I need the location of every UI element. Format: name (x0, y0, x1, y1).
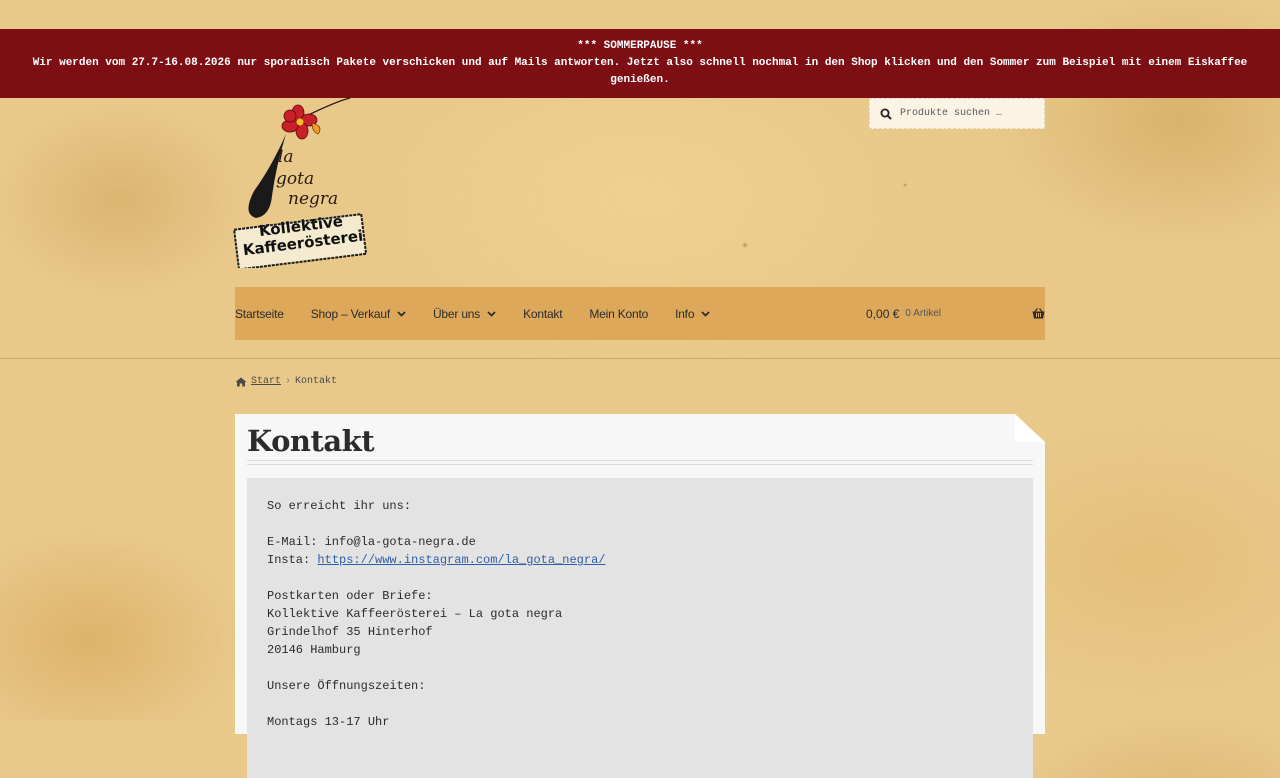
nav-label: Shop – Verkauf (310, 306, 390, 321)
breadcrumb-separator: › (285, 376, 292, 387)
home-icon (235, 377, 247, 386)
chevron-down-icon (397, 310, 406, 317)
hours-line-1: Montags 13-17 Uhr (267, 715, 390, 729)
address-line-2: Grindelhof 35 Hinterhof (267, 625, 433, 639)
address-line-1: Kollektive Kaffeerösterei – La gota negr… (267, 607, 563, 621)
logo-word-gota: gota (276, 169, 314, 189)
contact-info-block: So erreicht ihr uns: E-Mail: info@la-got… (247, 478, 1033, 778)
nav-label: Kontakt (523, 306, 563, 321)
announcement-banner: *** SOMMERPAUSE *** Wir werden vom 27.7-… (0, 29, 1280, 98)
main-navigation: Startseite Shop – Verkauf Über uns Konta… (235, 287, 1045, 340)
breadcrumb: Start › Kontakt (235, 376, 337, 387)
header-divider (0, 358, 1280, 359)
instagram-link[interactable]: https://www.instagram.com/la_gota_negra/ (317, 553, 605, 567)
banner-text-line1: Wir werden vom 27.7-16.08.2026 nur spora… (32, 57, 1248, 69)
title-underline (247, 460, 1033, 465)
chevron-down-icon (487, 310, 496, 317)
nav-item-mein-konto[interactable]: Mein Konto (589, 307, 648, 321)
nav-item-info[interactable]: Info (675, 307, 710, 321)
page-title: Kontakt (247, 424, 375, 458)
product-search[interactable] (869, 98, 1045, 129)
banner-text-line2: genießen. (610, 74, 670, 86)
contact-email: E-Mail: info@la-gota-negra.de (267, 535, 476, 549)
nav-label: Startseite (235, 306, 284, 321)
chevron-down-icon (701, 310, 710, 317)
contact-instagram-row: Insta: https://www.instagram.com/la_gota… (267, 551, 1013, 569)
post-heading: Postkarten oder Briefe: (267, 589, 433, 603)
logo-word-la: la (278, 147, 294, 167)
content-card: Kontakt So erreicht ihr uns: E-Mail: inf… (235, 414, 1045, 778)
hours-heading: Unsere Öffnungszeiten: (267, 679, 426, 693)
nav-label: Über uns (432, 306, 481, 321)
logo-word-negra: negra (288, 189, 338, 209)
basket-icon (1032, 308, 1045, 319)
cart-total: 0,00 € (866, 306, 900, 321)
breadcrumb-home-link[interactable]: Start (251, 376, 281, 387)
breadcrumb-current: Kontakt (295, 376, 338, 387)
search-input[interactable] (898, 107, 1042, 120)
nav-label: Info (675, 306, 695, 321)
search-icon (880, 108, 892, 120)
contact-intro: So erreicht ihr uns: (267, 499, 412, 513)
site-logo[interactable]: la gota negra Kollektive Kaffeerösterei (232, 96, 372, 271)
nav-item-kontakt[interactable]: Kontakt (523, 307, 562, 321)
instagram-label: Insta: (267, 553, 318, 567)
banner-title: *** SOMMERPAUSE *** (577, 40, 703, 52)
address-line-3: 20146 Hamburg (267, 643, 361, 657)
nav-item-startseite[interactable]: Startseite (235, 307, 284, 321)
page-corner-fold (1015, 414, 1045, 442)
nav-label: Mein Konto (589, 306, 649, 321)
nav-item-shop[interactable]: Shop – Verkauf (311, 307, 406, 321)
cart-count: 0 Artikel (905, 308, 941, 319)
cart-link[interactable]: 0,00 € 0 Artikel (866, 287, 1045, 340)
nav-item-ueber-uns[interactable]: Über uns (433, 307, 496, 321)
